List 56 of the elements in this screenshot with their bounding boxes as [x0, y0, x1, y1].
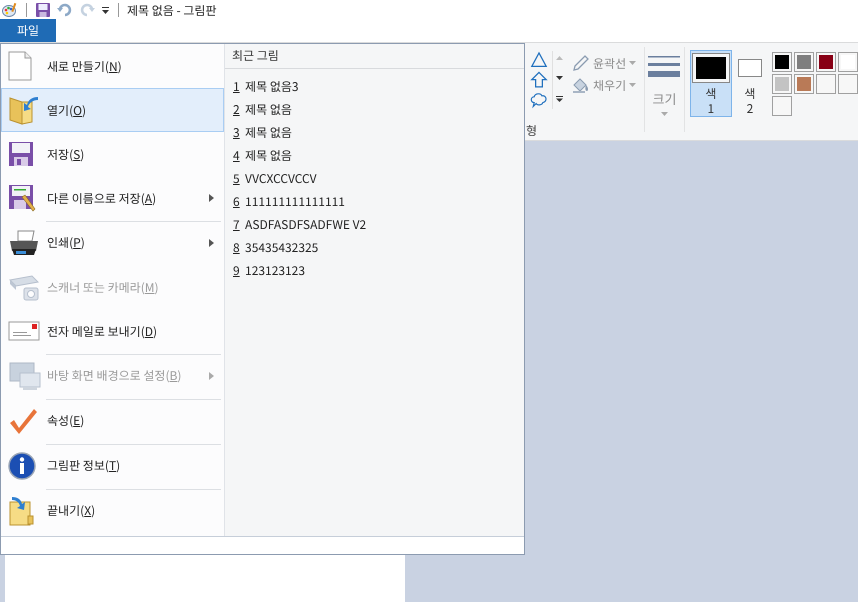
caret-icon — [629, 83, 636, 87]
color-swatch[interactable] — [838, 52, 858, 72]
color-swatch[interactable] — [794, 52, 814, 72]
submenu-arrow-icon — [209, 194, 214, 202]
color-slot-button[interactable]: 색 1 — [690, 50, 732, 117]
menu-item[interactable]: 다른 이름으로 저장(A) — [1, 176, 224, 220]
recent-file-item[interactable]: 2 제목 없음 — [225, 98, 524, 121]
caret-icon — [660, 112, 668, 116]
recent-file-item[interactable]: 8 35435432325 — [225, 236, 524, 259]
recent-pictures-heading: 최근 그림 — [225, 44, 524, 69]
envelope-icon — [8, 320, 40, 342]
check-mark-icon — [8, 406, 38, 434]
recent-file-item[interactable]: 1 제목 없음3 — [225, 75, 524, 98]
color-swatch[interactable] — [816, 52, 836, 72]
paint-palette-icon[interactable] — [2, 2, 18, 18]
undo-icon[interactable] — [57, 2, 73, 18]
color-swatch[interactable] — [772, 52, 792, 72]
empty-color-swatch[interactable] — [816, 74, 836, 94]
menu-item[interactable]: 전자 메일로 보내기(D) — [1, 309, 224, 353]
info-icon — [8, 452, 36, 480]
triangle-shape-icon[interactable] — [530, 51, 548, 68]
recent-file-item[interactable]: 3 제목 없음 — [225, 121, 524, 144]
color-swatch[interactable] — [772, 74, 792, 94]
scroll-down-icon[interactable] — [554, 75, 564, 81]
empty-color-swatch[interactable] — [838, 74, 858, 94]
line-width-icon — [648, 55, 680, 79]
pencil-icon — [572, 54, 590, 72]
file-tab[interactable]: 파일 — [0, 19, 56, 42]
recent-file-item[interactable]: 6 111111111111111 — [225, 190, 524, 213]
recent-file-item[interactable]: 7 ASDFASDFSADFWE V2 — [225, 213, 524, 236]
menu-item[interactable]: 새로 만들기(N) — [1, 44, 224, 88]
color-slot-button[interactable]: 색 2 — [734, 50, 766, 117]
customize-dropdown-icon[interactable] — [101, 5, 110, 15]
save-icon[interactable] — [35, 2, 51, 18]
expand-gallery-icon[interactable] — [554, 95, 564, 103]
paint-bucket-icon — [572, 76, 590, 94]
printer-icon — [8, 228, 40, 256]
cloud-callout-shape-icon[interactable] — [530, 92, 548, 109]
caret-icon — [629, 61, 636, 65]
monitors-icon — [8, 360, 42, 390]
menu-item[interactable]: 저장(S) — [1, 132, 224, 176]
up-arrow-shape-icon[interactable] — [530, 71, 548, 89]
folder-arrow-icon — [8, 496, 36, 526]
submenu-arrow-icon — [209, 238, 214, 246]
floppy-disk-pencil-icon — [8, 184, 36, 212]
recent-file-item[interactable]: 5 VVCXCCVCCV — [225, 167, 524, 190]
blank-page-icon — [8, 51, 32, 81]
menu-item[interactable]: 열기(O) — [1, 88, 224, 132]
color-swatch[interactable] — [794, 74, 814, 94]
folder-arrow-icon — [8, 94, 40, 126]
empty-color-swatch[interactable] — [772, 96, 792, 116]
group-label: 형 — [526, 122, 538, 139]
submenu-arrow-icon — [209, 372, 214, 380]
recent-file-item[interactable]: 9 123123123 — [225, 259, 524, 282]
window-title: 제목 없음 - 그림판 — [127, 2, 217, 18]
recent-file-item[interactable]: 4 제목 없음 — [225, 144, 524, 167]
